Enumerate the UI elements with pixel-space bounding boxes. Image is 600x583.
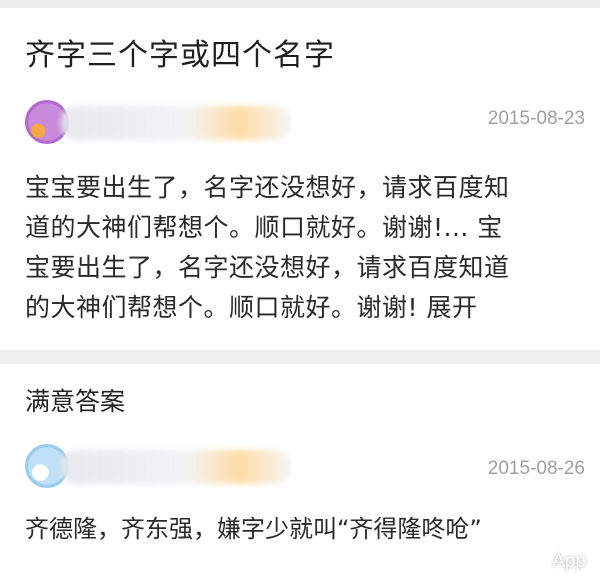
top-separator — [0, 0, 600, 8]
question-title: 齐字三个字或四个名字 — [25, 38, 335, 73]
blurred-username — [61, 450, 291, 484]
expand-link[interactable]: 展开 — [426, 293, 477, 322]
question-line: 宝宝要出生了，名字还没想好，请求百度知 — [25, 173, 510, 202]
question-line-last: 的大神们帮想个。顺口就好。谢谢! 展开 — [25, 288, 580, 328]
question-line: 道的大神们帮想个。顺口就好。谢谢!... 宝 — [25, 213, 503, 242]
answer-text: 齐德隆，齐东强，嫌字少就叫“齐得隆咚呛” — [25, 515, 482, 543]
question-card: 齐字三个字或四个名字 2015-08-23 宝宝要出生了，名字还没想好，请求百度… — [0, 8, 600, 350]
question-line: 宝要出生了，名字还没想好，请求百度知道 — [25, 253, 510, 282]
blurred-username — [61, 106, 291, 140]
section-divider — [0, 350, 600, 364]
best-answer-heading: 满意答案 — [25, 387, 126, 416]
question-date: 2015-08-23 — [487, 108, 585, 129]
question-line-text: 的大神们帮想个。顺口就好。谢谢! — [25, 293, 419, 322]
question-author-row: 2015-08-23 — [25, 100, 585, 144]
answer-author-row: 2015-08-26 — [25, 444, 585, 488]
watermark: App — [552, 551, 586, 572]
answer-date: 2015-08-26 — [487, 458, 585, 479]
question-description: 宝宝要出生了，名字还没想好，请求百度知 道的大神们帮想个。顺口就好。谢谢!...… — [25, 168, 580, 328]
answer-card: 满意答案 2015-08-26 齐德隆，齐东强，嫌字少就叫“齐得隆咚呛” — [0, 364, 600, 583]
